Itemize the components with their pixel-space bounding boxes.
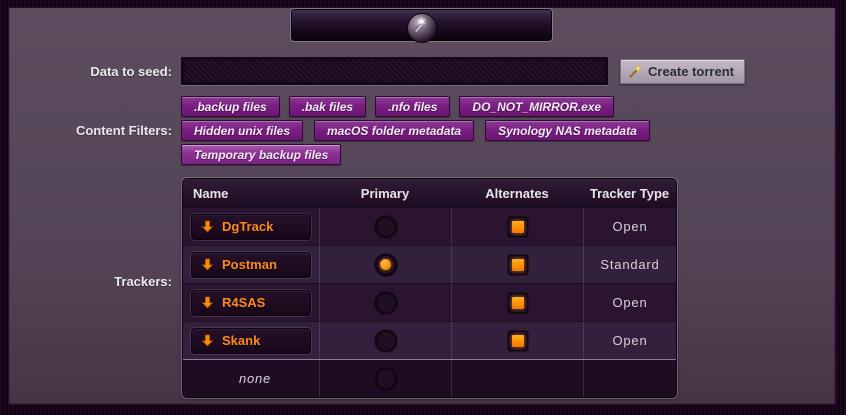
primary-radio-postman[interactable]	[375, 254, 397, 276]
tracker-type: Open	[612, 295, 647, 310]
download-arrow-icon	[201, 334, 214, 347]
filter-chip-nfo-files[interactable]: .nfo files	[375, 96, 450, 117]
primary-radio-none[interactable]	[375, 368, 397, 390]
filter-chip-hidden-unix[interactable]: Hidden unix files	[181, 120, 303, 141]
primary-radio-r4sas[interactable]	[375, 292, 397, 314]
tracker-name: Postman	[222, 257, 277, 272]
download-arrow-icon	[201, 258, 214, 271]
magic-wand-icon	[628, 64, 643, 79]
column-header-alternates: Alternates	[451, 179, 583, 207]
tracker-row-dgtrack: DgTrack Open	[183, 207, 676, 245]
tracker-name: R4SAS	[222, 295, 265, 310]
data-to-seed-input[interactable]	[181, 57, 608, 85]
primary-radio-dgtrack[interactable]	[375, 216, 397, 238]
create-torrent-label: Create torrent	[648, 64, 734, 79]
filter-chip-temp-backup[interactable]: Temporary backup files	[181, 144, 341, 165]
content-filters-row-3: Temporary backup files	[181, 144, 341, 165]
tracker-name: Skank	[222, 333, 260, 348]
tracker-row-none: none	[183, 359, 676, 397]
tracker-row-postman: Postman Standard	[183, 245, 676, 283]
filter-chip-bak-files[interactable]: .bak files	[289, 96, 366, 117]
create-torrent-page: ✶ Data to seed: Create torrent .backup f…	[0, 0, 846, 415]
alternates-empty-cell	[451, 360, 583, 397]
data-to-seed-label: Data to seed:	[0, 64, 172, 79]
tracker-name-none: none	[191, 371, 319, 386]
trackers-table-header: Name Primary Alternates Tracker Type	[183, 179, 676, 207]
trackers-label: Trackers:	[0, 274, 172, 289]
tracker-name: DgTrack	[222, 219, 273, 234]
tracker-type: Open	[612, 219, 647, 234]
content-filters-row-1: .backup files .bak files .nfo files DO_N…	[181, 96, 614, 117]
magic-wand-sphere-icon: ✶	[407, 13, 437, 43]
trackers-table: Name Primary Alternates Tracker Type DgT…	[182, 178, 677, 398]
tracker-type: Open	[612, 333, 647, 348]
filter-chip-backup-files[interactable]: .backup files	[181, 96, 280, 117]
content-filters-row-2: Hidden unix files macOS folder metadata …	[181, 120, 650, 141]
column-header-name: Name	[183, 179, 319, 207]
alternates-checkbox-skank[interactable]	[508, 331, 528, 351]
content-filters-label: Content Filters:	[0, 123, 172, 138]
download-arrow-icon	[201, 296, 214, 309]
download-arrow-icon	[201, 220, 214, 233]
tracker-link-dgtrack[interactable]: DgTrack	[191, 214, 311, 240]
alternates-checkbox-postman[interactable]	[508, 255, 528, 275]
tracker-link-postman[interactable]: Postman	[191, 252, 311, 278]
column-header-tracker-type: Tracker Type	[583, 179, 676, 207]
create-torrent-button[interactable]: Create torrent	[620, 59, 745, 84]
tracker-type: Standard	[600, 257, 659, 272]
alternates-checkbox-dgtrack[interactable]	[508, 217, 528, 237]
filter-chip-do-not-mirror[interactable]: DO_NOT_MIRROR.exe	[459, 96, 614, 117]
tracker-row-skank: Skank Open	[183, 321, 676, 359]
tracker-link-skank[interactable]: Skank	[191, 328, 311, 354]
tracker-link-r4sas[interactable]: R4SAS	[191, 290, 311, 316]
primary-radio-skank[interactable]	[375, 330, 397, 352]
filter-chip-synology-nas[interactable]: Synology NAS metadata	[485, 120, 650, 141]
filter-chip-macos-metadata[interactable]: macOS folder metadata	[314, 120, 474, 141]
tracker-row-r4sas: R4SAS Open	[183, 283, 676, 321]
section-toggle-bar[interactable]: ✶	[291, 9, 552, 41]
alternates-checkbox-r4sas[interactable]	[508, 293, 528, 313]
column-header-primary: Primary	[319, 179, 451, 207]
